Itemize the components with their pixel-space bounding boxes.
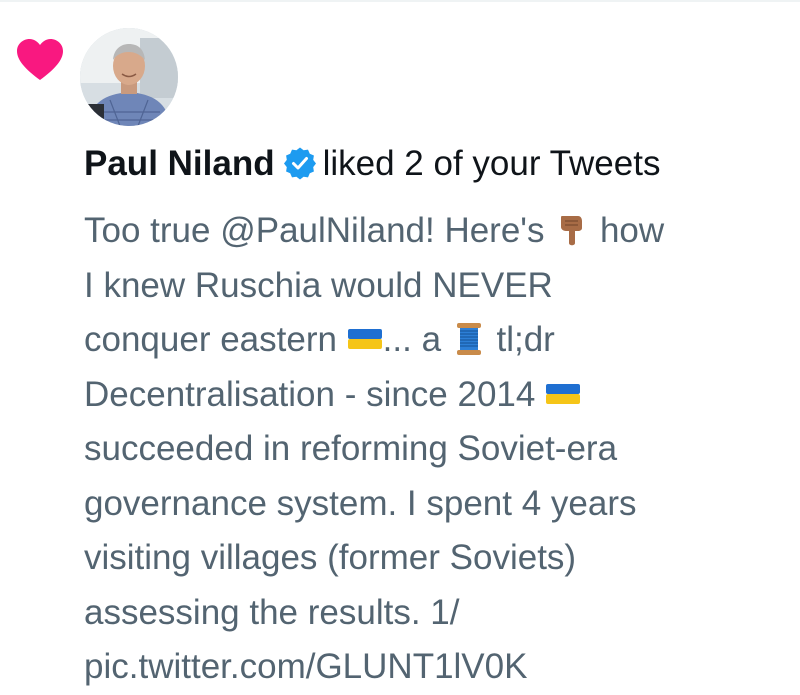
tweet-text-segment: succeeded in reforming Soviet-era (84, 429, 618, 468)
tweet-text-line: Decentralisation - since 2014 (84, 368, 784, 423)
spool-of-thread-icon (451, 321, 487, 357)
like-notification[interactable]: Paul Niland liked 2 of your Tweets Too t… (0, 0, 800, 686)
tweet-text-segment: how (590, 211, 665, 250)
notification-action-text: liked 2 of your Tweets (322, 144, 661, 183)
tweet-text-line: visiting villages (former Soviets) (84, 531, 784, 586)
tweet-text-segment: Too true @PaulNiland! Here's (84, 211, 555, 250)
verified-badge-icon (283, 145, 317, 180)
tweet-text-segment: ... a (382, 320, 451, 359)
tweet-text-segment: conquer eastern (84, 320, 347, 359)
flag-ukraine-icon (545, 376, 581, 412)
tweet-text-line: Too true @PaulNiland! Here's how (84, 204, 784, 259)
actor-name[interactable]: Paul Niland (84, 144, 275, 183)
tweet-text-segment: I knew Ruschia would NEVER (84, 265, 553, 305)
flag-ukraine-icon (347, 321, 383, 357)
tweet-text-segment: assessing the results. 1/ (84, 592, 460, 632)
tweet-text-segment: governance system. I spent 4 years (84, 483, 637, 523)
tweet-text-segment: tl;dr (486, 320, 555, 359)
tweet-text[interactable]: Too true @PaulNiland! Here's how I knew R… (84, 204, 784, 695)
tweet-text-line: succeeded in reforming Soviet-era (84, 422, 784, 477)
tweet-text-segment: visiting villages (former Soviets) (84, 538, 577, 577)
tweet-text-line: governance system. I spent 4 years (84, 477, 784, 532)
tweet-text-line: I knew Ruschia would NEVER (84, 259, 784, 314)
tweet-text-segment: pic.twitter.com/GLUNT1lV0K (84, 647, 528, 686)
notification-headline: Paul Niland liked 2 of your Tweets (84, 140, 794, 188)
heart-icon (15, 38, 65, 82)
tweet-text-line: conquer eastern ... a tl;dr (84, 313, 784, 368)
tweet-text-line: assessing the results. 1/ (84, 586, 784, 641)
backhand-index-pointing-down-icon (554, 212, 590, 248)
tweet-text-segment: Decentralisation - since 2014 (84, 374, 546, 414)
tweet-text-line: pic.twitter.com/GLUNT1lV0K (84, 640, 784, 695)
avatar[interactable] (80, 28, 178, 126)
